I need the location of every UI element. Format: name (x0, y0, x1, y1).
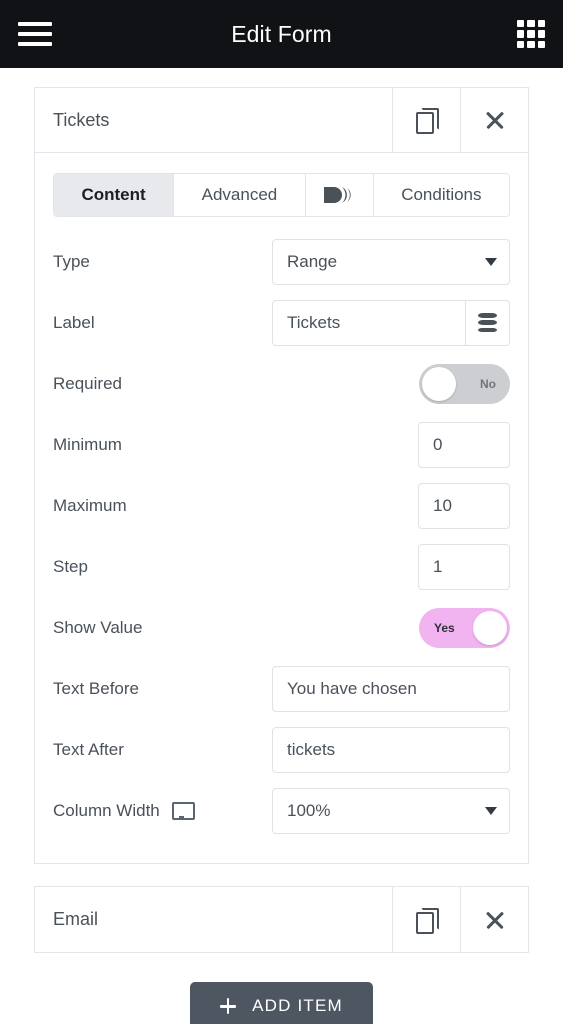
module-panel-email: Email (34, 886, 529, 953)
label-input[interactable]: Tickets (272, 299, 466, 346)
module-title: Tickets (53, 109, 110, 130)
setting-control-label: Tickets (272, 299, 510, 346)
setting-label-required: Required (53, 373, 122, 393)
chevron-down-icon (485, 806, 497, 815)
column-width-label-text: Column Width (53, 800, 160, 820)
type-select[interactable]: Range (272, 238, 510, 285)
close-icon (483, 908, 507, 932)
setting-control-text-before: You have chosen (272, 665, 510, 712)
plus-icon (220, 998, 237, 1014)
divi-logo-icon (324, 187, 351, 203)
setting-row-type: Type Range (53, 231, 510, 292)
close-module-button[interactable] (460, 88, 528, 152)
setting-control-show-value: Yes (419, 607, 510, 648)
setting-control-step: 1 (418, 543, 510, 590)
settings-rows: Type Range Label Tickets Required No Min… (35, 225, 528, 863)
tab-conditions[interactable]: Conditions (373, 174, 509, 216)
setting-row-minimum: Minimum 0 (53, 414, 510, 475)
hamburger-menu-icon[interactable] (18, 22, 52, 46)
setting-label-minimum: Minimum (53, 434, 122, 454)
setting-label-label: Label (53, 312, 95, 332)
setting-label-column-width: Column Width (53, 801, 272, 821)
type-select-value: Range (287, 251, 338, 271)
database-icon (478, 313, 497, 332)
toggle-knob (473, 610, 507, 645)
setting-control-column-width: 100% (272, 787, 510, 834)
app-header: Edit Form (0, 0, 563, 68)
duplicate-module-button[interactable] (392, 88, 460, 152)
setting-control-text-after: tickets (272, 726, 510, 773)
duplicate-icon (415, 108, 439, 134)
setting-label-text-after: Text After (53, 739, 124, 759)
setting-control-minimum: 0 (418, 421, 510, 468)
module-header-tickets[interactable]: Tickets (35, 88, 528, 153)
setting-label-step: Step (53, 556, 88, 576)
show-value-toggle-state: Yes (434, 620, 455, 635)
tab-divi[interactable] (305, 174, 374, 216)
show-value-toggle[interactable]: Yes (419, 607, 510, 648)
setting-label-maximum: Maximum (53, 495, 127, 515)
text-after-input[interactable]: tickets (272, 726, 510, 773)
text-before-input[interactable]: You have chosen (272, 665, 510, 712)
tab-advanced[interactable]: Advanced (174, 174, 306, 216)
module-header-email[interactable]: Email (35, 887, 528, 952)
maximum-input[interactable]: 10 (418, 482, 510, 529)
setting-row-column-width: Column Width 100% (53, 780, 510, 841)
add-item-row: ADD ITEM (0, 982, 563, 1024)
setting-label-show-value: Show Value (53, 617, 143, 637)
setting-row-show-value: Show Value Yes (53, 597, 510, 658)
duplicate-icon (415, 907, 439, 934)
duplicate-module-button[interactable] (392, 887, 460, 952)
module-settings-panel: Tickets Content Advanced Conditions Type… (34, 87, 529, 864)
setting-label-type: Type (53, 251, 90, 271)
required-toggle[interactable]: No (419, 363, 510, 404)
column-width-select[interactable]: 100% (272, 787, 510, 834)
setting-control-maximum: 10 (418, 482, 510, 529)
setting-row-label: Label Tickets (53, 292, 510, 353)
step-input[interactable]: 1 (418, 543, 510, 590)
module-title: Email (53, 909, 99, 929)
minimum-input[interactable]: 0 (418, 421, 510, 468)
column-width-value: 100% (287, 800, 331, 820)
setting-row-required: Required No (53, 353, 510, 414)
toggle-knob (422, 366, 456, 401)
chevron-down-icon (485, 257, 497, 266)
close-icon (483, 108, 507, 132)
setting-row-text-before: Text Before You have chosen (53, 658, 510, 719)
setting-control-required: No (419, 363, 510, 404)
setting-row-text-after: Text After tickets (53, 719, 510, 780)
setting-row-step: Step 1 (53, 536, 510, 597)
setting-control-type: Range (272, 238, 510, 285)
label-input-group: Tickets (272, 299, 510, 346)
grid-apps-icon[interactable] (517, 20, 545, 48)
required-toggle-state: No (480, 376, 496, 391)
tab-content[interactable]: Content (54, 174, 175, 216)
page-title: Edit Form (231, 20, 332, 47)
add-item-button[interactable]: ADD ITEM (190, 982, 373, 1024)
settings-page: Tickets Content Advanced Conditions Type… (0, 87, 563, 1024)
setting-row-maximum: Maximum 10 (53, 475, 510, 536)
close-module-button[interactable] (460, 887, 528, 952)
dynamic-content-button[interactable] (466, 299, 510, 346)
settings-tabs: Content Advanced Conditions (53, 173, 510, 217)
setting-label-text-before: Text Before (53, 678, 139, 698)
add-item-label: ADD ITEM (252, 996, 343, 1015)
monitor-icon[interactable] (171, 802, 195, 820)
